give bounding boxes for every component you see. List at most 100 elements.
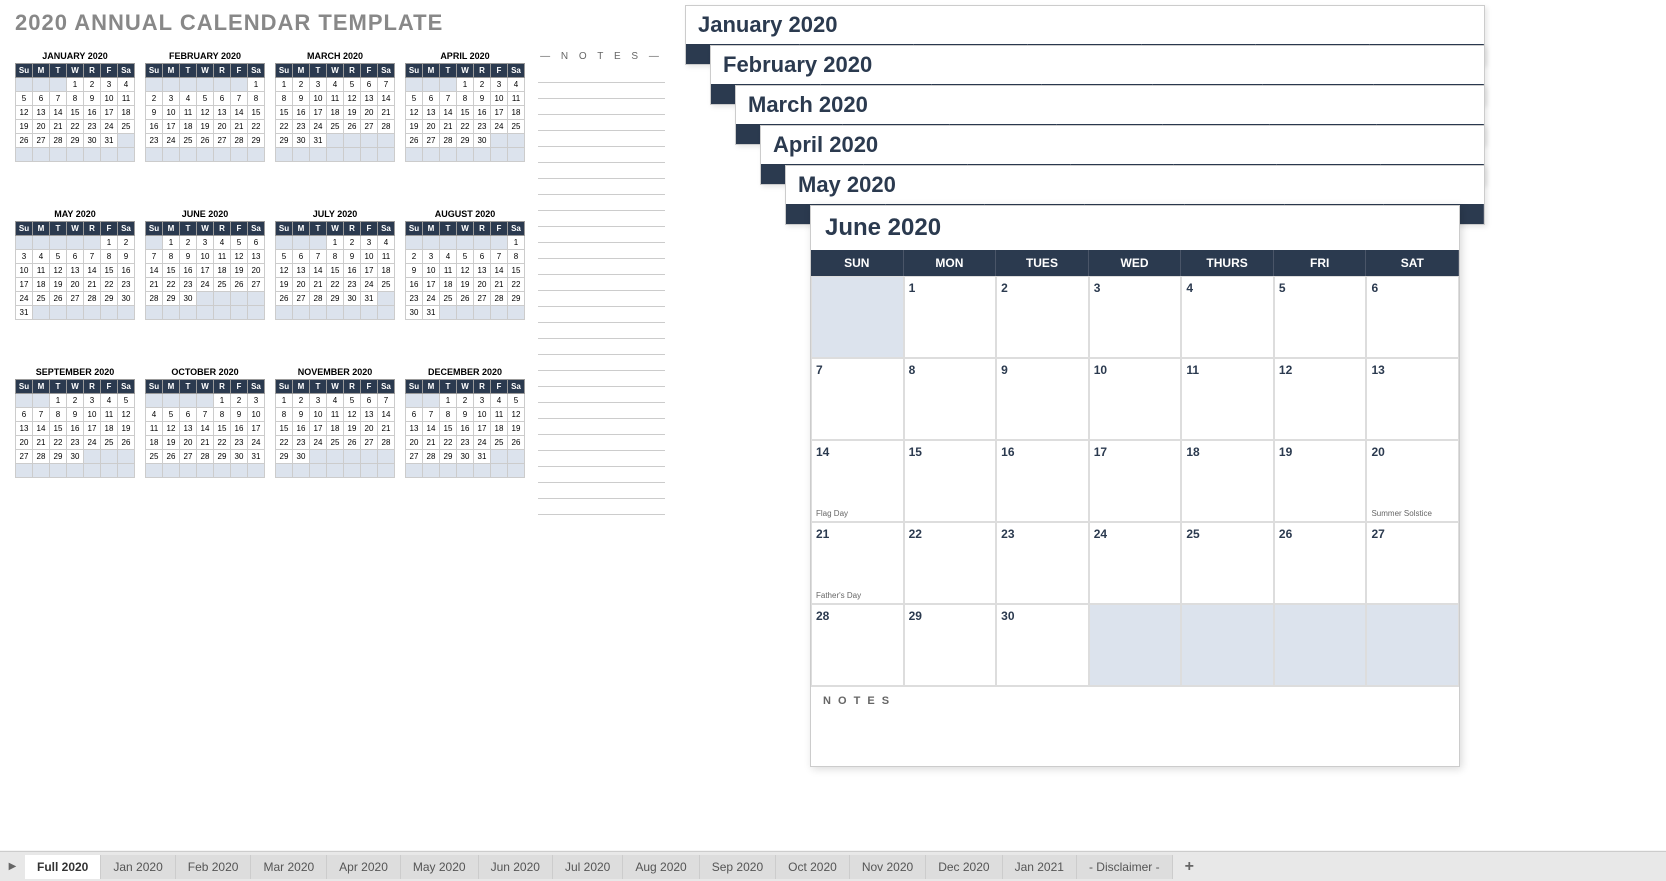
mini-month-title: SEPTEMBER 2020 (15, 367, 135, 377)
sheet-tab[interactable]: Jul 2020 (553, 855, 623, 879)
sheet-tab[interactable]: Dec 2020 (926, 855, 1002, 879)
mini-month-title: APRIL 2020 (405, 51, 525, 61)
sheet-tab[interactable]: Jan 2020 (101, 855, 175, 879)
calendar-cell[interactable]: 15 (904, 440, 997, 522)
calendar-cell[interactable]: 8 (904, 358, 997, 440)
mini-month: JULY 2020 SuMTWRFSa1234567891011121314151… (275, 209, 395, 357)
sheet-tab[interactable]: Full 2020 (25, 855, 101, 879)
calendar-cell[interactable]: 5 (1274, 276, 1367, 358)
front-month-sheet: June 2020SUNMONTUESWEDTHURSFRISAT1234567… (810, 205, 1460, 767)
page-title: 2020 ANNUAL CALENDAR TEMPLATE (15, 10, 665, 36)
add-sheet-button[interactable]: + (1173, 853, 1206, 881)
mini-month: JANUARY 2020 SuMTWRFSa1234567891011121314… (15, 51, 135, 199)
sheet-tab[interactable]: Apr 2020 (327, 855, 401, 879)
mini-month-table: SuMTWRFSa1234567891011121314151617181920… (275, 221, 395, 320)
mini-month: APRIL 2020SuMTWRFSa123456789101112131415… (405, 51, 525, 199)
mini-month-title: AUGUST 2020 (405, 209, 525, 219)
sheet-tab-bar: ▶ Full 2020Jan 2020Feb 2020Mar 2020Apr 2… (0, 851, 1666, 881)
mini-month-table: SuMTWRFSa1234567891011121314151617181920… (145, 379, 265, 478)
calendar-cell[interactable]: 25 (1181, 522, 1274, 604)
mini-month-table: SuMTWRFSa1234567891011121314151617181920… (15, 379, 135, 478)
sheet-tab[interactable]: May 2020 (401, 855, 479, 879)
mini-month: FEBRUARY 2020SuMTWRFSa123456789101112131… (145, 51, 265, 199)
big-month-grid: 1234567891011121314Flag Day151617181920S… (811, 276, 1459, 686)
sheet-tab[interactable]: Nov 2020 (850, 855, 926, 879)
calendar-cell[interactable] (1274, 604, 1367, 686)
calendar-cell[interactable]: 22 (904, 522, 997, 604)
calendar-cell[interactable]: 10 (1089, 358, 1182, 440)
calendar-cell[interactable]: 18 (1181, 440, 1274, 522)
calendar-cell[interactable]: 24 (1089, 522, 1182, 604)
calendar-cell[interactable]: 28 (811, 604, 904, 686)
mini-month-table: SuMTWRFSa1234567891011121314151617181920… (145, 63, 265, 162)
calendar-cell[interactable] (1181, 604, 1274, 686)
calendar-cell[interactable] (811, 276, 904, 358)
calendar-cell[interactable]: 1 (904, 276, 997, 358)
sheet-tab[interactable]: Aug 2020 (623, 855, 699, 879)
calendar-event: Flag Day (816, 509, 848, 518)
calendar-cell[interactable]: 9 (996, 358, 1089, 440)
calendar-cell[interactable]: 20Summer Solstice (1366, 440, 1459, 522)
calendar-cell[interactable]: 14Flag Day (811, 440, 904, 522)
sheet-tab[interactable]: - Disclaimer - (1077, 855, 1173, 879)
mini-month-title: DECEMBER 2020 (405, 367, 525, 377)
mini-month-title: JULY 2020 (275, 209, 395, 219)
calendar-cell[interactable]: 30 (996, 604, 1089, 686)
calendar-cell[interactable] (1366, 604, 1459, 686)
notes-lines (538, 67, 665, 515)
calendar-cell[interactable]: 26 (1274, 522, 1367, 604)
mini-month-title: NOVEMBER 2020 (275, 367, 395, 377)
mini-month: MAY 2020SuMTWRFSa12345678910111213141516… (15, 209, 135, 357)
calendar-cell[interactable]: 23 (996, 522, 1089, 604)
sheet-tab[interactable]: Jun 2020 (479, 855, 553, 879)
mini-month-table: SuMTWRFSa1234567891011121314151617181920… (405, 379, 525, 478)
sheet-tab[interactable]: Mar 2020 (251, 855, 327, 879)
calendar-cell[interactable]: 16 (996, 440, 1089, 522)
mini-month-table: SuMTWRFSa1234567891011121314151617181920… (145, 221, 265, 320)
stacked-months-panel: January 2020 SUNMONTUESWEDTHURSFRISAT Febr… (680, 0, 1666, 850)
calendar-cell[interactable]: 3 (1089, 276, 1182, 358)
calendar-cell[interactable]: 17 (1089, 440, 1182, 522)
mini-month: MARCH 2020 SuMTWRFSa123456789101112131415… (275, 51, 395, 199)
calendar-cell[interactable]: 29 (904, 604, 997, 686)
mini-month-title: MAY 2020 (15, 209, 135, 219)
calendar-event: Summer Solstice (1371, 509, 1431, 518)
mini-month: SEPTEMBER 2020 SuMTWRFSa12345678910111213… (15, 367, 135, 515)
sheet-title: April 2020 (761, 126, 1484, 164)
big-day-header: SUNMONTUESWEDTHURSFRISAT (811, 250, 1459, 276)
calendar-cell[interactable]: 19 (1274, 440, 1367, 522)
sheet-title: May 2020 (786, 166, 1484, 204)
calendar-cell[interactable] (1089, 604, 1182, 686)
big-month-notes[interactable]: N O T E S (811, 686, 1459, 766)
calendar-cell[interactable]: 13 (1366, 358, 1459, 440)
annual-overview-panel: 2020 ANNUAL CALENDAR TEMPLATE JANUARY 20… (0, 0, 680, 850)
mini-month-table: SuMTWRFSa1234567891011121314151617181920… (405, 221, 525, 320)
calendar-cell[interactable]: 11 (1181, 358, 1274, 440)
sheet-title: January 2020 (686, 6, 1484, 44)
calendar-cell[interactable]: 4 (1181, 276, 1274, 358)
sheet-tab[interactable]: Jan 2021 (1003, 855, 1077, 879)
notes-column: — N O T E S — (538, 51, 665, 515)
sheet-tab[interactable]: Feb 2020 (176, 855, 252, 879)
calendar-cell[interactable]: 2 (996, 276, 1089, 358)
mini-month-title: MARCH 2020 (275, 51, 395, 61)
sheet-tab[interactable]: Sep 2020 (700, 855, 776, 879)
mini-month: DECEMBER 2020 SuMTWRFSa123456789101112131… (405, 367, 525, 515)
mini-month-table: SuMTWRFSa1234567891011121314151617181920… (15, 63, 135, 162)
sheet-title: February 2020 (711, 46, 1484, 84)
notes-label: — N O T E S — (538, 51, 665, 62)
mini-month-title: JANUARY 2020 (15, 51, 135, 61)
mini-month: NOVEMBER 2020SuMTWRFSa123456789101112131… (275, 367, 395, 515)
mini-month-table: SuMTWRFSa1234567891011121314151617181920… (275, 63, 395, 162)
sheet-title: March 2020 (736, 86, 1484, 124)
tab-nav-prev[interactable]: ▶ (0, 861, 25, 872)
calendar-cell[interactable]: 6 (1366, 276, 1459, 358)
calendar-cell[interactable]: 7 (811, 358, 904, 440)
year-mini-grid: JANUARY 2020 SuMTWRFSa1234567891011121314… (15, 51, 533, 515)
sheet-tab[interactable]: Oct 2020 (776, 855, 850, 879)
calendar-cell[interactable]: 27 (1366, 522, 1459, 604)
mini-month: AUGUST 2020 SuMTWRFSa12345678910111213141… (405, 209, 525, 357)
calendar-cell[interactable]: 12 (1274, 358, 1367, 440)
mini-month: JUNE 2020SuMTWRFSa1234567891011121314151… (145, 209, 265, 357)
calendar-cell[interactable]: 21Father's Day (811, 522, 904, 604)
